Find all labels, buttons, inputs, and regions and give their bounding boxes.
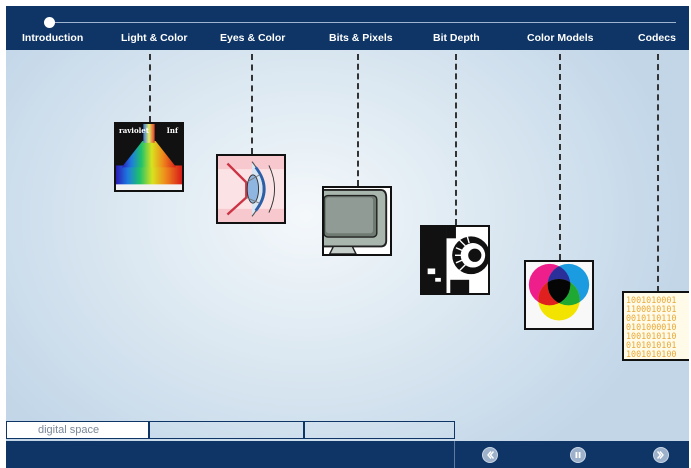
nav-eyes-and-color[interactable]: Eyes & Color [220, 32, 285, 44]
rgb-venn-image [526, 262, 592, 328]
tab-3[interactable] [304, 421, 455, 439]
tab-2[interactable] [149, 421, 304, 439]
timeline-nav: Introduction Light & Color Eyes & Color … [6, 6, 689, 50]
dithered-eye-image [422, 227, 488, 293]
hanging-string [657, 54, 659, 292]
hanging-string [149, 54, 151, 122]
nav-bits-and-pixels[interactable]: Bits & Pixels [329, 32, 393, 44]
pause-button[interactable] [570, 447, 586, 463]
hanging-string [251, 54, 253, 154]
monitor-pixel-image [324, 188, 390, 254]
hanging-string [455, 54, 457, 225]
nav-light-and-color[interactable]: Light & Color [121, 32, 188, 44]
thumb-codecs[interactable]: 1001010001 1100010101 0010110110 0101000010… [622, 291, 689, 361]
thumb-bits-and-pixels[interactable] [322, 186, 392, 256]
timeline-track[interactable] [46, 22, 676, 23]
nav-color-models[interactable]: Color Models [527, 32, 594, 44]
nav-bit-depth[interactable]: Bit Depth [433, 32, 480, 44]
thumb-color-models[interactable] [524, 260, 594, 330]
pause-icon [575, 452, 581, 458]
timeline-scrubber[interactable] [44, 17, 55, 28]
nav-introduction[interactable]: Introduction [22, 32, 83, 44]
binary-row: 1001010100 [626, 349, 677, 359]
thumb-bit-depth[interactable] [420, 225, 490, 295]
binary-code-image: 1001010001 1100010101 0010110110 0101000010… [626, 296, 676, 359]
divider [454, 441, 455, 468]
hanging-string [559, 54, 561, 260]
chevron-right-icon [656, 451, 664, 459]
thumb-label-ultraviolet: raviolet [119, 126, 149, 135]
app-window: Introduction Light & Color Eyes & Color … [6, 6, 689, 468]
chevron-left-icon [487, 451, 495, 459]
nav-codecs[interactable]: Codecs [638, 32, 676, 44]
tab-digital-space[interactable]: digital space [6, 421, 149, 439]
thumb-light-and-color[interactable]: raviolet Inf [114, 122, 184, 192]
forward-button[interactable] [653, 447, 669, 463]
thumb-label-infrared: Inf [166, 126, 178, 135]
hanging-string [357, 54, 359, 186]
eye-diagram-image [218, 156, 284, 222]
playback-bar [6, 441, 689, 468]
back-button[interactable] [482, 447, 498, 463]
thumb-eyes-and-color[interactable] [216, 154, 286, 224]
